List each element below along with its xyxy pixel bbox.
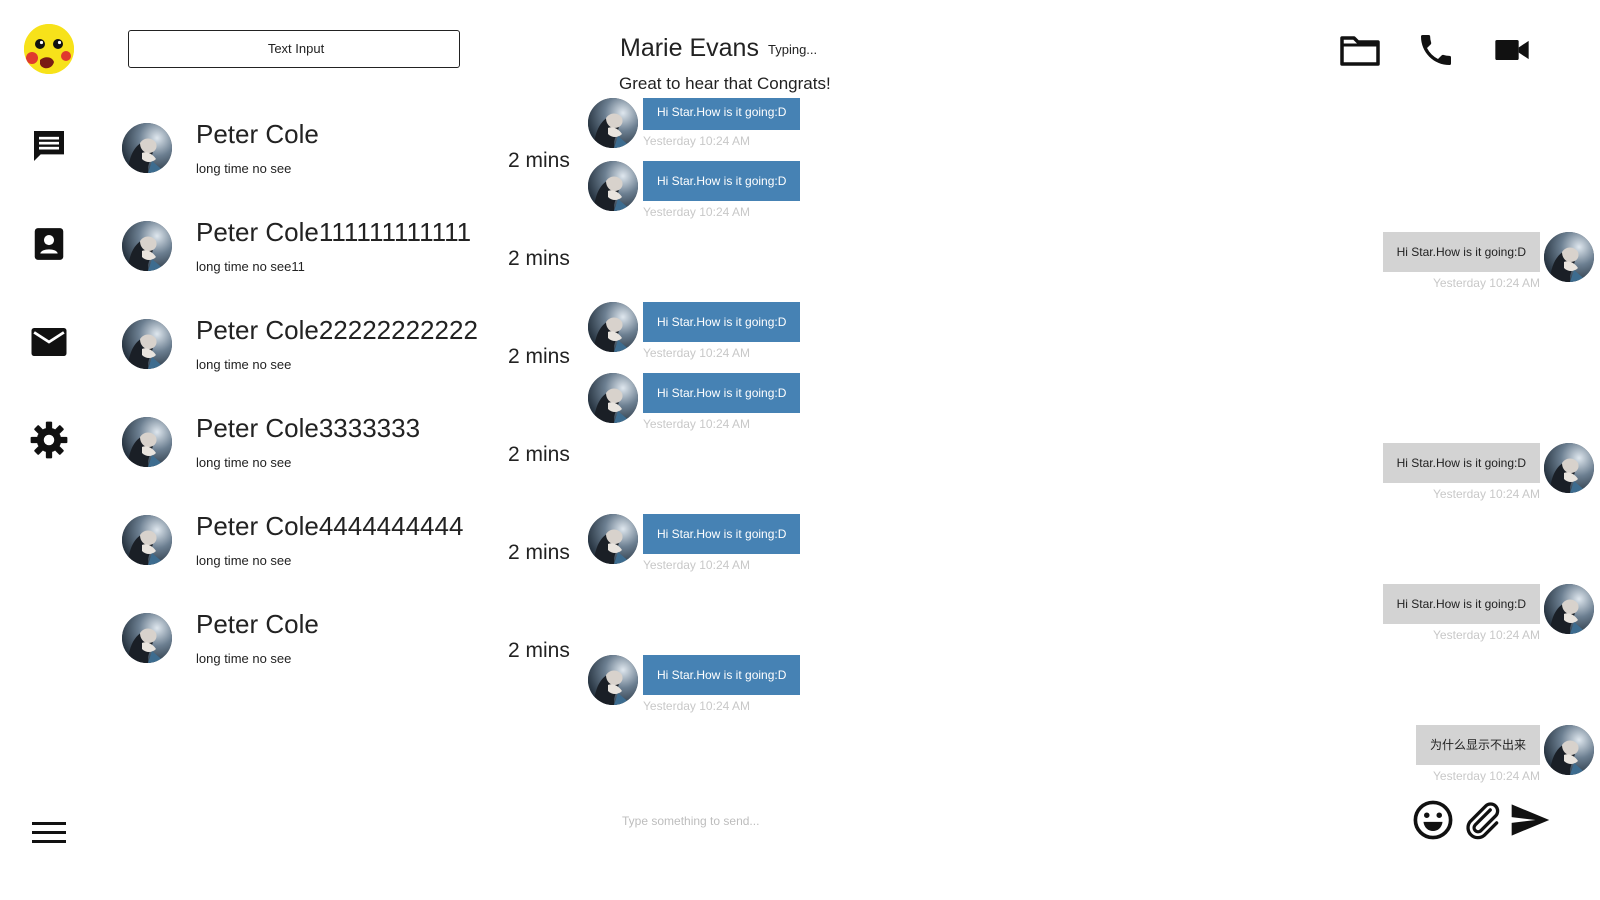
contact-item[interactable]: Peter Cole3333333 long time no see 2 min… [122,413,592,497]
contact-time: 2 mins [508,247,570,270]
avatar [588,302,638,352]
emoji-icon[interactable] [1411,798,1455,842]
contact-preview: long time no see [196,455,292,470]
gear-icon[interactable] [28,419,70,461]
message-timestamp: Yesterday 10:24 AM [1433,769,1540,783]
outgoing-message: Hi Star.How is it going:D Yesterday 10:2… [1124,443,1594,513]
incoming-message: Hi Star.How is it going:D Yesterday 10:2… [588,514,848,584]
message-bubble: 为什么显示不出来 [1415,725,1540,765]
message-bubble: Hi Star.How is it going:D [1382,584,1540,624]
outgoing-message: Hi Star.How is it going:D Yesterday 10:2… [1124,584,1594,654]
contact-time: 2 mins [508,345,570,368]
typing-indicator: Typing... [768,42,818,57]
contact-name: Peter Cole3333333 [196,413,421,443]
message-bubble: Hi Star.How is it going:D [643,302,801,342]
contact-time: 2 mins [508,443,570,466]
avatar [122,417,172,467]
message-timestamp: Yesterday 10:24 AM [643,417,750,431]
outgoing-message: 为什么显示不出来 Yesterday 10:24 AM [1124,725,1594,795]
contact-name: Peter Cole [196,119,319,149]
mail-icon[interactable] [28,321,70,363]
avatar [588,373,638,423]
incoming-message: Hi Star.How is it going:D Yesterday 10:2… [588,161,848,231]
message-timestamp: Yesterday 10:24 AM [643,134,750,148]
message-bubble: Hi Star.How is it going:D [643,655,801,695]
video-camera-icon[interactable] [1490,28,1534,72]
avatar [122,123,172,173]
contact-time: 2 mins [508,149,570,172]
message-bubble: Hi Star.How is it going:D [643,161,801,201]
incoming-message: Hi Star.How is it going:D Yesterday 10:2… [588,98,848,168]
send-icon[interactable] [1508,798,1552,842]
contact-name: Peter Cole111111111111 [196,217,472,247]
message-bubble: Hi Star.How is it going:D [643,514,801,554]
search-input[interactable] [129,40,463,57]
message-bubble: Hi Star.How is it going:D [643,373,801,413]
chat-partner-name: Marie Evans [620,34,759,62]
contact-item[interactable]: Peter Cole long time no see 2 mins [122,119,592,203]
contact-item[interactable]: Peter Cole4444444444 long time no see 2 … [122,511,592,595]
incoming-message: Hi Star.How is it going:D Yesterday 10:2… [588,655,848,725]
contact-name: Peter Cole22222222222 [196,315,478,345]
contact-item[interactable]: Peter Cole long time no see 2 mins [122,609,592,693]
message-bubble: Hi Star.How is it going:D [643,98,801,130]
chat-status-line: Great to hear that Congrats! [619,74,835,94]
contact-item[interactable]: Peter Cole22222222222 long time no see 2… [122,315,592,399]
incoming-message: Hi Star.How is it going:D Yesterday 10:2… [588,373,848,443]
contact-preview: long time no see [196,651,292,666]
folder-icon[interactable] [1338,28,1382,72]
avatar [588,161,638,211]
contact-card-icon[interactable] [28,223,70,265]
avatar [1544,232,1594,282]
outgoing-message: Hi Star.How is it going:D Yesterday 10:2… [1124,232,1594,302]
avatar [1544,584,1594,634]
avatar [588,655,638,705]
avatar [588,98,638,148]
message-timestamp: Yesterday 10:24 AM [643,558,750,572]
message-bubble: Hi Star.How is it going:D [1382,443,1540,483]
contact-time: 2 mins [508,639,570,662]
incoming-message: Hi Star.How is it going:D Yesterday 10:2… [588,302,848,372]
avatar [588,514,638,564]
message-timestamp: Yesterday 10:24 AM [1433,487,1540,501]
contact-preview: long time no see11 [196,259,305,274]
contact-name: Peter Cole [196,609,319,639]
message-input[interactable] [620,813,1124,829]
message-timestamp: Yesterday 10:24 AM [1433,276,1540,290]
contact-item[interactable]: Peter Cole111111111111 long time no see1… [122,217,592,301]
avatar [122,221,172,271]
contact-name: Peter Cole4444444444 [196,511,464,541]
contact-preview: long time no see [196,553,292,568]
message-timestamp: Yesterday 10:24 AM [1433,628,1540,642]
contact-preview: long time no see [196,161,292,176]
paperclip-icon[interactable] [1460,798,1504,842]
search-box[interactable] [128,30,463,68]
avatar [1544,443,1594,493]
phone-icon[interactable] [1414,28,1458,72]
contact-time: 2 mins [508,541,570,564]
avatar [122,319,172,369]
message-timestamp: Yesterday 10:24 AM [643,205,750,219]
hamburger-icon[interactable] [28,812,70,854]
message-timestamp: Yesterday 10:24 AM [643,346,750,360]
message-composer[interactable] [620,812,1124,830]
chat-icon[interactable] [28,125,70,167]
avatar [122,515,172,565]
message-bubble: Hi Star.How is it going:D [1382,232,1540,272]
message-timestamp: Yesterday 10:24 AM [643,699,750,713]
contact-preview: long time no see [196,357,292,372]
app-logo [24,24,74,74]
avatar [122,613,172,663]
avatar [1544,725,1594,775]
